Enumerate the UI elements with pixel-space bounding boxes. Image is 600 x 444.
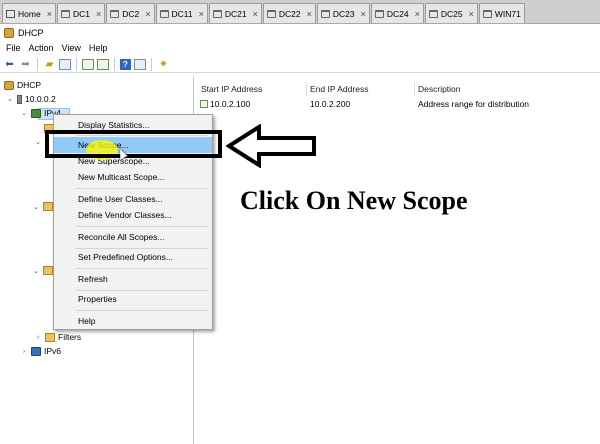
tab-dc23[interactable]: DC23 × [316,3,370,23]
screen: Home × DC1 × DC2 × DC11 × DC21 × DC22 × [0,0,600,444]
settings-star-icon[interactable]: ✷ [157,58,170,71]
forward-arrow-icon[interactable]: ➡ [19,58,32,71]
tab-dc21[interactable]: DC21 × [208,3,262,23]
tree-node-ipv6[interactable]: › IPv6 [20,346,61,356]
vm-icon [110,9,120,18]
column-header-start-ip[interactable]: Start IP Address [201,84,262,96]
tab-home[interactable]: Home × [2,3,56,23]
tab-dc1[interactable]: DC1 × [56,3,106,23]
ipv4-icon [31,108,41,118]
dhcp-icon [4,80,14,90]
server-icon [17,94,22,104]
menu-item-define-user-classes[interactable]: Define User Classes... [54,191,212,207]
menu-item-new-multicast-scope[interactable]: New Multicast Scope... [54,169,212,185]
tree-node-folder[interactable]: ⌄ [32,266,53,275]
close-icon[interactable]: × [145,9,150,19]
tab-dc2[interactable]: DC2 × [106,3,155,23]
vm-icon [266,9,276,18]
chevron-down-icon[interactable]: ⌄ [20,109,28,117]
row-description: Address range for distribution [418,99,530,109]
close-icon[interactable]: × [415,9,420,19]
tab-dc11[interactable]: DC11 × [155,3,208,23]
menu-separator [76,268,208,269]
menu-file[interactable]: File [6,43,21,53]
vm-icon [374,9,384,18]
menu-item-define-vendor-classes[interactable]: Define Vendor Classes... [54,207,212,223]
folder-icon [43,202,53,211]
tab-dc24[interactable]: DC24 × [370,3,424,23]
row-end-ip: 10.0.2.200 [310,99,351,109]
export-list-icon[interactable] [82,58,94,70]
menu-item-properties[interactable]: Properties [54,291,212,307]
menu-item-refresh[interactable]: Refresh [54,271,212,287]
tree-node-scope[interactable]: ⌄ [34,138,42,146]
tab-dc25[interactable]: DC25 × [424,3,478,23]
close-icon[interactable]: × [253,9,258,19]
chevron-down-icon[interactable]: ⌄ [32,203,40,211]
toolbar: ⬅ ➡ ▰ ? ✷ [0,56,600,73]
menu-separator [76,188,208,189]
column-divider[interactable] [414,82,415,96]
properties-icon[interactable] [97,58,109,70]
home-icon [6,9,15,18]
close-icon[interactable]: × [47,9,52,19]
toolbar-divider [37,57,38,71]
column-divider[interactable] [306,82,307,96]
close-icon[interactable]: × [199,9,204,19]
close-icon[interactable]: × [307,9,312,19]
toolbar-divider [151,57,152,71]
dhcp-app-icon [4,27,14,38]
column-header-description[interactable]: Description [418,84,461,96]
vm-icon [428,9,438,18]
menu-help[interactable]: Help [89,43,108,53]
chevron-right-icon[interactable]: › [20,348,28,355]
chevron-down-icon[interactable]: ⌄ [32,267,40,275]
folder-icon [43,266,53,275]
show-hide-tree-icon[interactable] [59,58,71,70]
close-icon[interactable]: × [469,9,474,19]
vm-icon [212,9,222,18]
toolbar-divider [76,57,77,71]
tab-dc22[interactable]: DC22 × [262,3,316,23]
ipv6-icon [31,346,41,356]
menu-view[interactable]: View [62,43,81,53]
tree-node-server[interactable]: ⌄ 10.0.0.2 [6,94,56,104]
vm-icon [320,9,330,18]
tree-node-dhcp[interactable]: DHCP [4,80,41,90]
menu-item-set-predefined-options[interactable]: Set Predefined Options... [54,249,212,265]
filter-icon [45,332,55,342]
action-pane-icon[interactable] [134,58,146,70]
window-title: DHCP [18,27,44,38]
tree-node-folder[interactable]: ⌄ [32,202,53,211]
vm-icon [60,9,70,18]
vm-icon [159,9,169,18]
help-icon[interactable]: ? [120,58,131,70]
back-arrow-icon[interactable]: ⬅ [3,58,16,71]
toolbar-divider [114,57,115,71]
chevron-right-icon[interactable]: › [34,334,42,341]
chevron-down-icon[interactable]: ⌄ [34,138,42,146]
tree-node-filters[interactable]: › Filters [34,332,81,342]
tab-win71[interactable]: WIN71 [478,3,525,23]
menu-item-help[interactable]: Help [54,313,212,329]
menu-item-reconcile-all-scopes[interactable]: Reconcile All Scopes... [54,229,212,245]
chevron-down-icon[interactable]: ⌄ [6,95,14,103]
vm-icon [482,9,492,18]
menu-bar: File Action View Help [0,41,600,55]
window-title-bar: DHCP [0,25,600,40]
table-row[interactable]: 10.0.2.100 [200,99,250,109]
close-icon[interactable]: × [96,9,101,19]
menu-separator [76,226,208,227]
up-folder-icon[interactable]: ▰ [43,58,56,71]
vm-tab-strip: Home × DC1 × DC2 × DC11 × DC21 × DC22 × [0,0,600,24]
column-header-end-ip[interactable]: End IP Address [310,84,368,96]
close-icon[interactable]: × [361,9,366,19]
address-range-icon [200,100,208,108]
callout-box [45,130,222,158]
callout-arrow-icon [226,124,316,168]
menu-separator [76,310,208,311]
menu-action[interactable]: Action [29,43,54,53]
instruction-caption: Click On New Scope [240,186,468,215]
